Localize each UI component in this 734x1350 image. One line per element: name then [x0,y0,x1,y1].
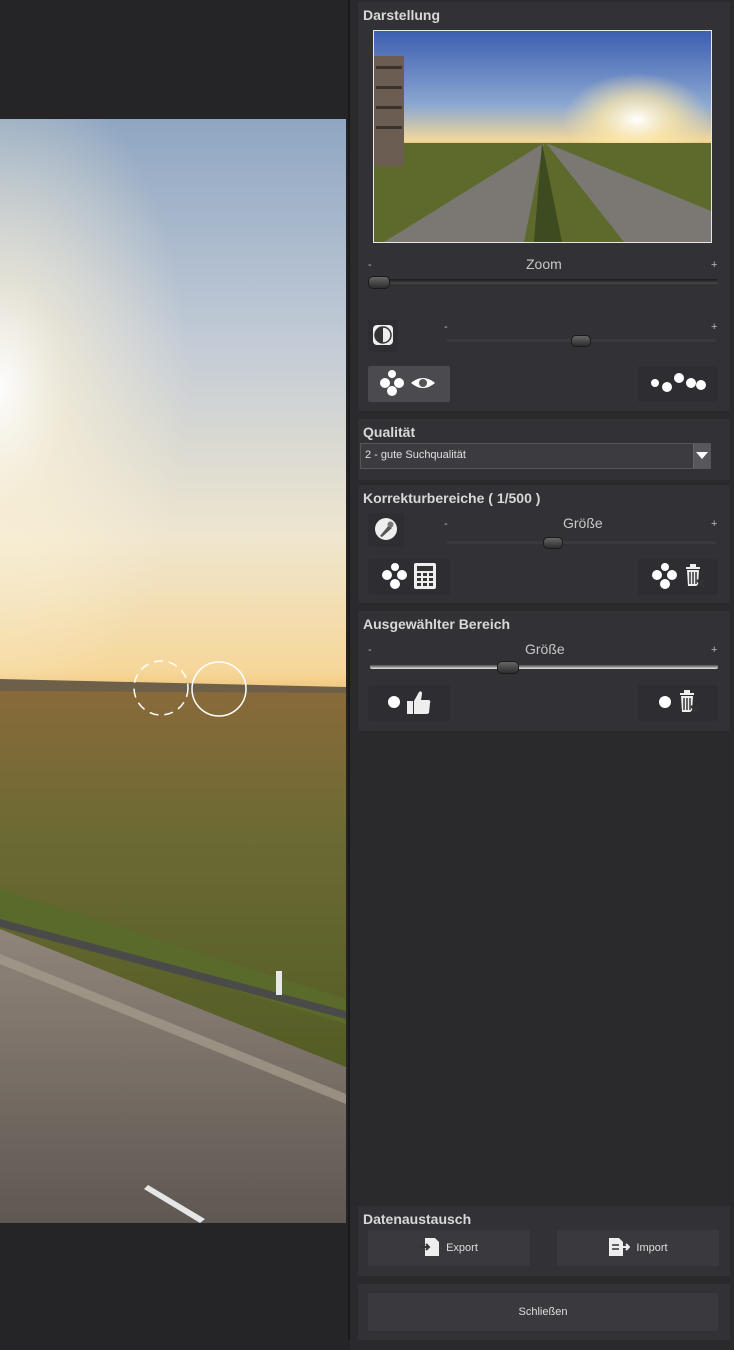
navigator-thumbnail[interactable] [373,30,712,243]
points-grid-button[interactable] [368,559,450,595]
selected-size-track[interactable] [370,664,718,669]
section-datenaustausch: Datenaustausch Export Import [358,1206,730,1276]
delete-point-button[interactable] [638,685,718,721]
section-close: Schließen [358,1284,730,1340]
korrektur-size-minus: - [444,518,448,530]
settings-panel: Darstellung - Zoom + - + Qualität 2 - gu… [350,0,734,1350]
section-darstellung: Darstellung - Zoom + - + [358,2,730,411]
quality-select[interactable]: 2 - gute Suchqualität [360,443,711,469]
target-circle[interactable] [191,661,247,717]
korrektur-size-handle[interactable] [543,537,563,549]
zoom-slider-track[interactable] [370,279,718,284]
section-korrekturbereiche: Korrekturbereiche ( 1/500 ) - Größe + [358,485,730,603]
contrast-plus: + [711,321,718,333]
trash-icon [678,689,699,717]
zoom-minus: - [368,259,372,271]
selected-size-plus: + [711,644,718,656]
dot-icon [658,695,672,712]
korrektur-size-plus: + [711,518,718,530]
main-photo[interactable] [0,119,346,1223]
section-title-datenaustausch: Datenaustausch [363,1211,472,1227]
import-icon [608,1237,631,1260]
brush-button[interactable] [368,513,404,547]
trash-icon [684,563,705,591]
image-canvas[interactable] [0,0,348,1350]
section-title-ausgewaehlt: Ausgewählter Bereich [363,616,511,632]
chevron-down-icon[interactable] [693,444,710,468]
import-button[interactable]: Import [557,1230,719,1266]
contrast-minus: - [444,321,448,333]
selected-size-label: Größe [525,641,565,657]
dots-eye-icon [379,369,439,399]
section-title-darstellung: Darstellung [363,7,441,23]
brush-icon [374,517,398,544]
source-circle[interactable] [133,660,189,716]
quality-select-value: 2 - gute Suchqualität [365,449,466,461]
delete-points-button[interactable] [638,559,718,595]
zoom-slider-handle[interactable] [368,276,390,289]
points-button[interactable] [638,366,718,402]
contrast-slider-handle[interactable] [571,335,591,347]
dots-icon [382,562,408,592]
export-label: Export [446,1242,478,1254]
korrektur-size-label: Größe [563,515,603,531]
selected-size-handle[interactable] [497,661,519,674]
accept-point-button[interactable] [368,685,450,721]
export-button[interactable]: Export [368,1230,530,1266]
dots-icon [649,371,707,398]
contrast-button[interactable] [368,320,398,352]
show-points-button[interactable] [368,366,450,402]
section-title-korrektur: Korrekturbereiche ( 1/500 ) [363,490,541,506]
dot-icon [387,695,401,712]
zoom-plus: + [711,259,718,271]
export-icon [420,1237,440,1260]
close-button[interactable]: Schließen [368,1293,718,1331]
thumbs-up-icon [407,689,431,718]
section-ausgewaehlt: Ausgewählter Bereich - Größe + [358,611,730,731]
section-title-qualitaet: Qualität [363,424,416,440]
contrast-icon [372,324,394,349]
selected-size-minus: - [368,644,372,656]
close-label: Schließen [518,1306,568,1318]
calculator-grid-icon [414,562,436,592]
korrektur-size-track[interactable] [446,541,716,544]
dots-icon [652,562,678,592]
import-label: Import [636,1242,668,1254]
zoom-label: Zoom [526,256,562,272]
